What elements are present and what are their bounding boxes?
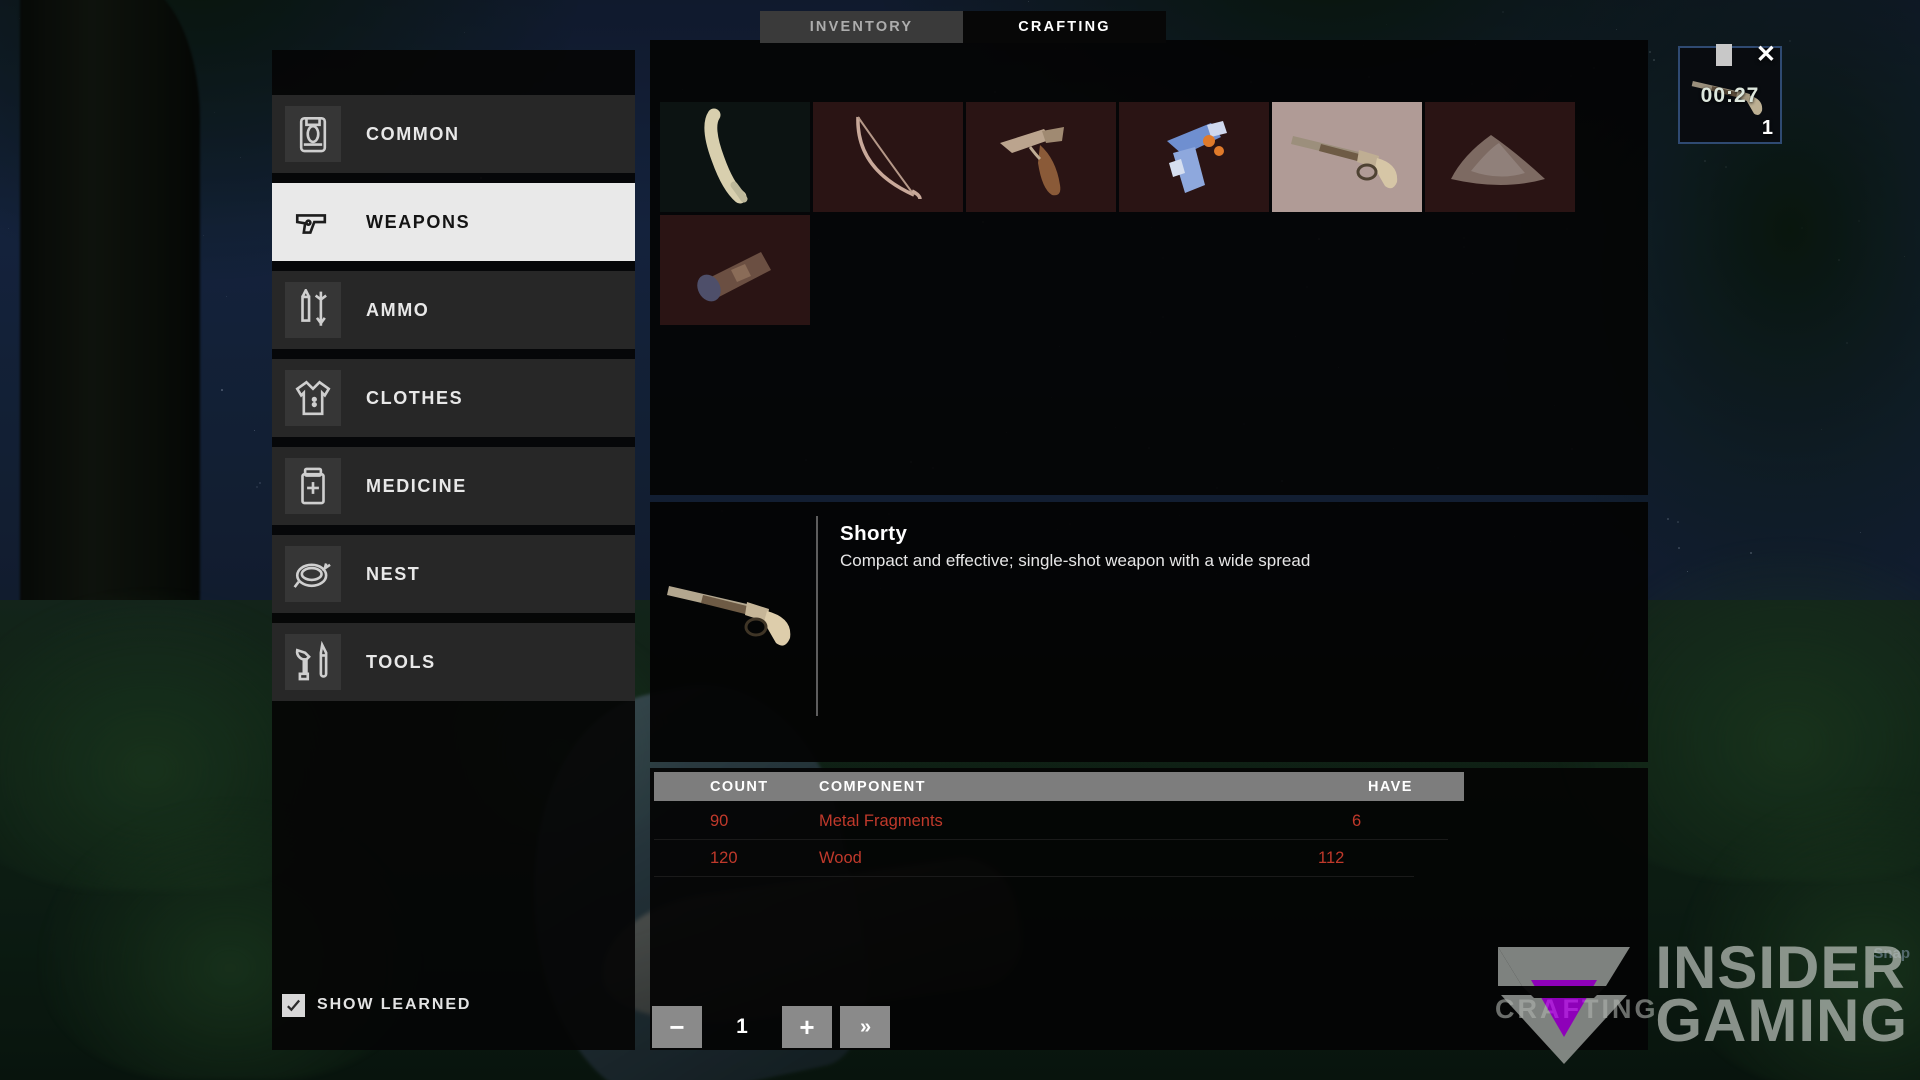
sidebar-item-clothes[interactable]: CLOTHES: [272, 359, 635, 437]
table-row: 120 Wood 112: [654, 841, 1414, 877]
sidebar-item-common[interactable]: COMMON: [272, 95, 635, 173]
sidebar-item-label: CLOTHES: [366, 388, 463, 409]
sidebar-item-weapons[interactable]: WEAPONS: [272, 183, 635, 261]
row-have: 6: [1298, 812, 1448, 831]
backpack-icon: [285, 106, 341, 162]
toy-pistol-icon: [1139, 107, 1249, 207]
shirt-icon: [285, 370, 341, 426]
item-detail-panel: Shorty Compact and effective; single-sho…: [650, 502, 1648, 762]
detail-text: Shorty Compact and effective; single-sho…: [840, 522, 1540, 572]
row-component: Metal Fragments: [764, 812, 1298, 831]
checkbox-checked-icon[interactable]: [282, 994, 305, 1017]
column-header-count: COUNT: [654, 779, 764, 795]
recipe-slot-bow[interactable]: [813, 102, 963, 212]
detail-divider: [816, 516, 818, 716]
detail-thumbnail: [654, 506, 814, 714]
recipe-slot-flashlight[interactable]: [660, 215, 810, 325]
baseball-bat-icon: [680, 107, 790, 207]
row-component: Wood: [764, 849, 1264, 868]
table-row: 90 Metal Fragments 6: [654, 804, 1448, 840]
pill-bottle-icon: [285, 458, 341, 514]
recipe-grid-panel: [650, 40, 1648, 495]
queue-count: 1: [1762, 117, 1773, 140]
components-table-header: COUNT COMPONENT HAVE: [654, 772, 1464, 801]
row-have: 112: [1264, 849, 1414, 868]
sidebar-item-label: NEST: [366, 564, 420, 585]
sidebar-item-label: WEAPONS: [366, 212, 470, 233]
sidebar-item-medicine[interactable]: MEDICINE: [272, 447, 635, 525]
sidebar-item-ammo[interactable]: AMMO: [272, 271, 635, 349]
insider-gaming-watermark: INSIDER GAMING: [1489, 920, 1908, 1070]
quantity-value: 1: [702, 1015, 782, 1039]
show-learned-label: SHOW LEARNED: [317, 996, 471, 1014]
column-header-component: COMPONENT: [764, 779, 1314, 795]
recipe-grid: [660, 102, 1575, 325]
recipe-slot-bat[interactable]: [660, 102, 810, 212]
sidebar-item-label: TOOLS: [366, 652, 436, 673]
sidebar-item-label: COMMON: [366, 124, 460, 145]
max-quantity-button[interactable]: »: [840, 1006, 890, 1048]
pistol-icon: [285, 194, 341, 250]
recipe-slot-toy-pistol[interactable]: [1119, 102, 1269, 212]
show-learned-toggle[interactable]: SHOW LEARNED: [272, 985, 635, 1025]
category-sidebar: COMMON WEAPONS AMMO CLOTHES MEDICINE NES…: [272, 50, 635, 1050]
shotgun-icon: [659, 558, 809, 663]
item-description: Compact and effective; single-shot weapo…: [840, 551, 1350, 572]
crafting-panel: Shorty Compact and effective; single-sho…: [650, 40, 1648, 1050]
quantity-controls: − 1 + »: [650, 1002, 890, 1052]
category-list: COMMON WEAPONS AMMO CLOTHES MEDICINE NES…: [272, 95, 635, 711]
bow-icon: [828, 107, 948, 207]
insider-gaming-logo-icon: [1489, 920, 1639, 1070]
queue-timer: 00:27: [1680, 84, 1780, 108]
shotgun-icon: [1281, 112, 1413, 202]
sidebar-item-label: MEDICINE: [366, 476, 467, 497]
craft-queue-slot[interactable]: 00:27 1 ✕: [1678, 46, 1782, 144]
row-count: 120: [654, 849, 764, 868]
sidebar-item-nest[interactable]: NEST: [272, 535, 635, 613]
recipe-slot-gunpowder[interactable]: [1425, 102, 1575, 212]
ammo-icon: [285, 282, 341, 338]
tab-inventory[interactable]: INVENTORY: [760, 11, 963, 43]
top-tabs: INVENTORY CRAFTING: [760, 11, 1166, 43]
recipe-slot-shorty[interactable]: [1272, 102, 1422, 212]
tab-crafting[interactable]: CRAFTING: [963, 11, 1166, 43]
sidebar-item-tools[interactable]: TOOLS: [272, 623, 635, 701]
item-title: Shorty: [840, 522, 1540, 546]
flashlight-icon: [675, 230, 795, 310]
decrease-quantity-button[interactable]: −: [652, 1006, 702, 1048]
row-count: 90: [654, 812, 764, 831]
increase-quantity-button[interactable]: +: [782, 1006, 832, 1048]
watermark-text-block: INSIDER GAMING: [1655, 942, 1908, 1048]
nest-icon: [285, 546, 341, 602]
gunpowder-icon: [1441, 117, 1559, 197]
column-header-have: HAVE: [1314, 779, 1464, 795]
recipe-slot-flintlock[interactable]: [966, 102, 1116, 212]
tools-icon: [285, 634, 341, 690]
sidebar-item-label: AMMO: [366, 300, 429, 321]
flintlock-icon: [978, 107, 1104, 207]
watermark-line-2: GAMING: [1655, 995, 1908, 1048]
close-icon[interactable]: ✕: [1756, 40, 1776, 69]
